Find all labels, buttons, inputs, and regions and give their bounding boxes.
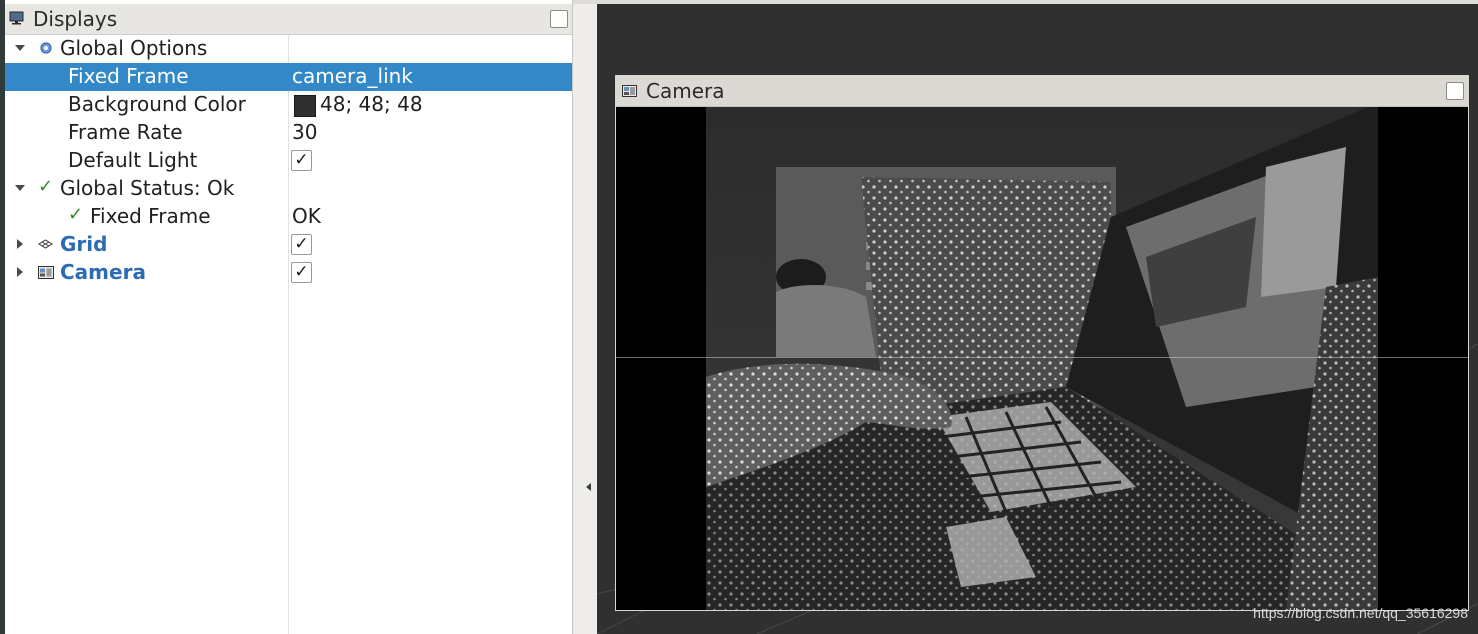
displays-title: Displays <box>33 7 118 31</box>
camera-image <box>706 107 1378 610</box>
color-swatch[interactable] <box>294 95 316 117</box>
camera-icon <box>38 266 54 279</box>
camera-feed-graphic <box>706 107 1378 610</box>
tree-row-default-light[interactable]: Default Light ✓ <box>5 147 572 175</box>
collapse-arrow-icon[interactable] <box>17 239 23 249</box>
render-view-3d[interactable]: Camera <box>597 4 1478 634</box>
tree-row-status-fixed-frame[interactable]: ✓ Fixed Frame OK <box>5 203 572 231</box>
camera-center-line <box>616 357 1468 358</box>
tree-row-background-color[interactable]: Background Color 48; 48; 48 <box>5 91 572 119</box>
monitor-icon <box>9 11 24 25</box>
frame-rate-label: Frame Rate <box>68 120 183 144</box>
camera-panel-undock-checkbox[interactable] <box>1446 82 1464 100</box>
default-light-label: Default Light <box>68 148 198 172</box>
collapse-left-arrow-icon[interactable] <box>586 483 591 491</box>
displays-header: Displays <box>5 4 572 35</box>
status-fixed-frame-label: Fixed Frame <box>90 204 211 228</box>
status-fixed-frame-value: OK <box>292 204 321 228</box>
displays-undock-checkbox[interactable] <box>550 10 568 28</box>
tree-row-camera[interactable]: Camera ✓ <box>5 259 572 287</box>
camera-panel: Camera <box>615 75 1469 611</box>
background-color-label: Background Color <box>68 92 246 116</box>
grid-icon <box>38 239 53 249</box>
background-color-value[interactable]: 48; 48; 48 <box>320 92 423 116</box>
grid-enable-checkbox[interactable]: ✓ <box>291 234 312 255</box>
fixed-frame-label: Fixed Frame <box>68 64 189 88</box>
gear-icon <box>40 42 52 54</box>
camera-panel-title: Camera <box>646 79 725 103</box>
default-light-checkbox[interactable]: ✓ <box>291 150 312 171</box>
tree-row-global-status[interactable]: ✓ Global Status: Ok <box>5 175 572 203</box>
panel-splitter[interactable] <box>573 0 596 634</box>
camera-display-label: Camera <box>60 260 146 284</box>
global-options-label: Global Options <box>60 36 208 60</box>
tree-row-fixed-frame[interactable]: Fixed Frame camera_link <box>5 63 572 91</box>
frame-rate-value[interactable]: 30 <box>292 120 317 144</box>
watermark-text: https://blog.csdn.net/qq_35616298 <box>1253 605 1468 621</box>
tree-row-frame-rate[interactable]: Frame Rate 30 <box>5 119 572 147</box>
collapse-arrow-icon[interactable] <box>17 267 23 277</box>
fixed-frame-value[interactable]: camera_link <box>292 64 413 88</box>
expand-arrow-icon[interactable] <box>15 45 25 51</box>
status-ok-check-icon: ✓ <box>68 204 84 225</box>
camera-enable-checkbox[interactable]: ✓ <box>291 262 312 283</box>
status-ok-check-icon: ✓ <box>38 176 54 197</box>
tree-row-global-options[interactable]: Global Options <box>5 35 572 63</box>
camera-icon <box>622 85 637 97</box>
displays-panel: Displays Global Options Fixed Frame came… <box>5 0 573 634</box>
grid-display-label: Grid <box>60 232 108 256</box>
global-status-label: Global Status: Ok <box>60 176 235 200</box>
camera-panel-header: Camera <box>616 76 1468 107</box>
tree-row-grid[interactable]: Grid ✓ <box>5 231 572 259</box>
expand-arrow-icon[interactable] <box>15 185 25 191</box>
